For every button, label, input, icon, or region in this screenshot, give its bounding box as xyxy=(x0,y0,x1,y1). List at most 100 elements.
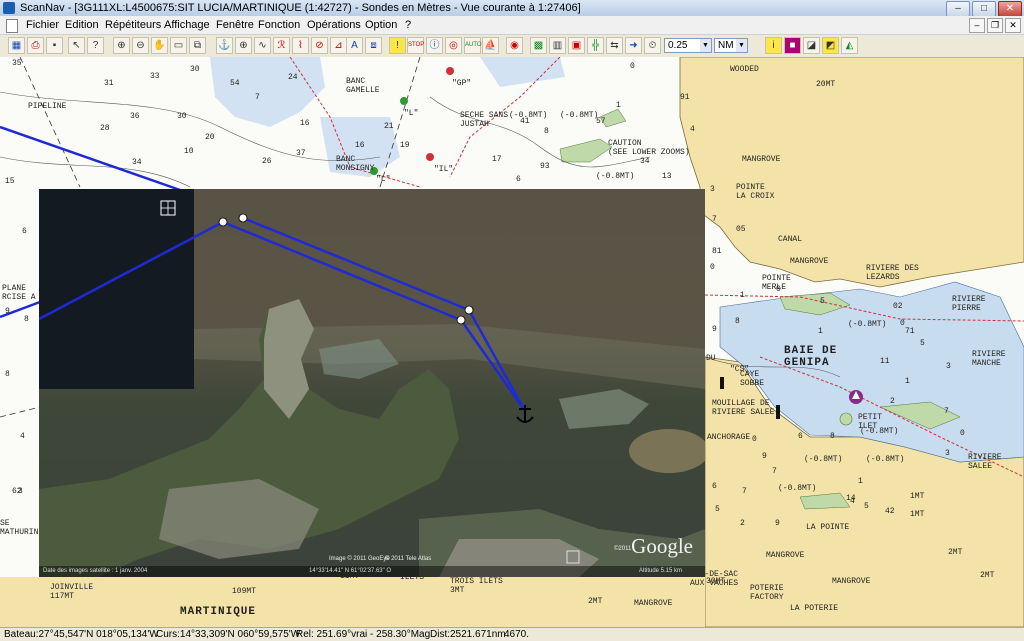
sounding: 26 xyxy=(262,157,272,166)
close-button[interactable]: ✕ xyxy=(998,1,1022,17)
place-label: MANGROVE xyxy=(832,577,871,586)
menu-operations[interactable]: Opérations xyxy=(307,16,361,34)
buoy-label: "GP" xyxy=(452,79,472,88)
place-label: MANGROVE xyxy=(790,257,829,266)
place-label: MOUILLAGE DE RIVIERE SALEE xyxy=(712,399,775,417)
chevron-down-icon[interactable]: ▼ xyxy=(700,39,711,52)
maximize-button[interactable]: □ xyxy=(972,1,996,17)
beacon-label: "CS" xyxy=(730,365,750,374)
print-icon[interactable]: ⎙ xyxy=(27,37,44,54)
boat-icon[interactable]: ⛵ xyxy=(482,37,499,54)
chart-view[interactable]: PIPELINE BANC GAMELLE BANC MONSIGNY SECH… xyxy=(0,57,1024,627)
satellite-image-overlay[interactable]: Google Date des images satellite : 1 jan… xyxy=(39,189,705,577)
night-mode-icon[interactable]: ◭ xyxy=(841,37,858,54)
crosshair-icon[interactable]: ⊕ xyxy=(235,37,252,54)
cursor-icon[interactable]: ↖ xyxy=(68,37,85,54)
info-icon[interactable]: ⓘ xyxy=(426,37,443,54)
beacon-icon xyxy=(776,405,780,419)
alarm-icon[interactable]: ! xyxy=(389,37,406,54)
status-extra: 4670. xyxy=(504,629,530,640)
distance-icon[interactable]: ⊿ xyxy=(330,37,347,54)
display-mode-icon[interactable]: ◪ xyxy=(803,37,820,54)
sounding: 21 xyxy=(384,122,394,131)
chart-colors-icon[interactable]: ▣ xyxy=(568,37,585,54)
drying-height-label: (-0.8MT) xyxy=(804,455,843,464)
sounding: 1 xyxy=(905,377,910,386)
track-icon[interactable]: ⌇ xyxy=(292,37,309,54)
place-label: DU xyxy=(706,354,716,363)
height-label: 1MT xyxy=(910,510,925,519)
zoom-in-icon[interactable]: ⊕ xyxy=(113,37,130,54)
cursor-position: Curs:14°33,309'N 060°59,575'W xyxy=(156,629,301,640)
target-icon[interactable]: ◎ xyxy=(445,37,462,54)
color-scheme-icon[interactable]: ■ xyxy=(784,37,801,54)
menu-repetiteurs[interactable]: Répétiteurs xyxy=(105,16,161,34)
save-icon[interactable]: ▪ xyxy=(46,37,63,54)
sounding: 7 xyxy=(742,487,747,496)
sounding: 0 xyxy=(630,62,635,71)
place-label: LA POTERIE xyxy=(790,604,839,613)
route-icon[interactable]: ∿ xyxy=(254,37,271,54)
window-titlebar[interactable]: ScanNav - [3G111XL:L4500675:SIT LUCIA/MA… xyxy=(0,0,1024,17)
menu-fichier[interactable]: Fichier xyxy=(26,16,59,34)
sounding: 8 xyxy=(735,317,740,326)
place-label: PIPELINE xyxy=(28,102,67,111)
waypoint-icon[interactable]: ⚓ xyxy=(216,37,233,54)
boat-track-icon[interactable]: ⇆ xyxy=(606,37,623,54)
zoom-window-icon[interactable]: ⧉ xyxy=(189,37,206,54)
information-icon[interactable]: i xyxy=(765,37,782,54)
menu-affichage[interactable]: Affichage xyxy=(164,16,210,34)
sounding: 24 xyxy=(288,73,298,82)
pan-hand-icon[interactable]: ✋ xyxy=(151,37,168,54)
land-area xyxy=(40,577,705,627)
mdi-restore-button[interactable]: ❐ xyxy=(987,18,1003,33)
height-label: 109MT xyxy=(232,587,257,596)
cross-tool-icon[interactable]: ╬ xyxy=(587,37,604,54)
document-icon[interactable] xyxy=(6,19,18,33)
menu-help[interactable]: ? xyxy=(405,16,411,34)
sounding: 1 xyxy=(818,327,823,336)
auto-button[interactable]: AUTO xyxy=(464,37,482,54)
mdi-controls: – ❐ ✕ xyxy=(969,18,1021,33)
minimize-button[interactable]: – xyxy=(946,1,970,17)
sounding: 71 xyxy=(905,327,915,336)
clock-icon[interactable]: ⏲ xyxy=(644,37,661,54)
help-cursor-icon[interactable]: ? xyxy=(87,37,104,54)
zoom-out-icon[interactable]: ⊖ xyxy=(132,37,149,54)
open-chart-icon[interactable]: ▦ xyxy=(8,37,25,54)
menu-fenetre[interactable]: Fenêtre xyxy=(216,16,254,34)
sounding: 28 xyxy=(100,124,110,133)
menu-option[interactable]: Option xyxy=(365,16,397,34)
chevron-down-icon[interactable]: ▼ xyxy=(736,39,747,52)
menu-bar: Fichier Edition Répétiteurs Affichage Fe… xyxy=(0,16,1024,35)
menu-edition[interactable]: Edition xyxy=(65,16,99,34)
place-label: SE MATHURIN xyxy=(0,519,39,537)
scale-select[interactable]: 0.25 ▼ xyxy=(664,38,712,53)
mark-icon[interactable]: ℛ xyxy=(273,37,290,54)
stop-button[interactable]: STOP xyxy=(407,37,424,54)
menu-fonction[interactable]: Fonction xyxy=(258,16,300,34)
mdi-minimize-button[interactable]: – xyxy=(969,18,985,33)
place-label: ANCHORAGE xyxy=(707,433,751,442)
sounding: 10 xyxy=(184,147,194,156)
sounding: 9 xyxy=(762,452,767,461)
image-copyright-mark: ©2011 xyxy=(614,546,632,552)
height-label: 30MT xyxy=(706,577,726,586)
raster-icon[interactable]: ▥ xyxy=(549,37,566,54)
zoom-rect-icon[interactable]: ▭ xyxy=(170,37,187,54)
unit-select[interactable]: NM ▼ xyxy=(714,38,748,53)
sounding: 34 xyxy=(132,158,142,167)
lifebuoy-icon[interactable]: ◉ xyxy=(506,37,523,54)
layers-icon[interactable]: ⧈ xyxy=(365,37,382,54)
text-icon[interactable]: A xyxy=(346,37,363,54)
brightness-icon[interactable]: ◩ xyxy=(822,37,839,54)
bay-name-label: BAIE DE GENIPA xyxy=(784,345,838,369)
sounding: 35 xyxy=(12,59,22,68)
buoy-label: "L" xyxy=(376,175,391,184)
sounding: 93 xyxy=(540,162,550,171)
arrow-right-icon[interactable]: ➜ xyxy=(625,37,642,54)
mdi-close-button[interactable]: ✕ xyxy=(1005,18,1021,33)
sounding: 17 xyxy=(492,155,502,164)
grid-icon[interactable]: ▩ xyxy=(530,37,547,54)
bearing-icon[interactable]: ⊘ xyxy=(311,37,328,54)
